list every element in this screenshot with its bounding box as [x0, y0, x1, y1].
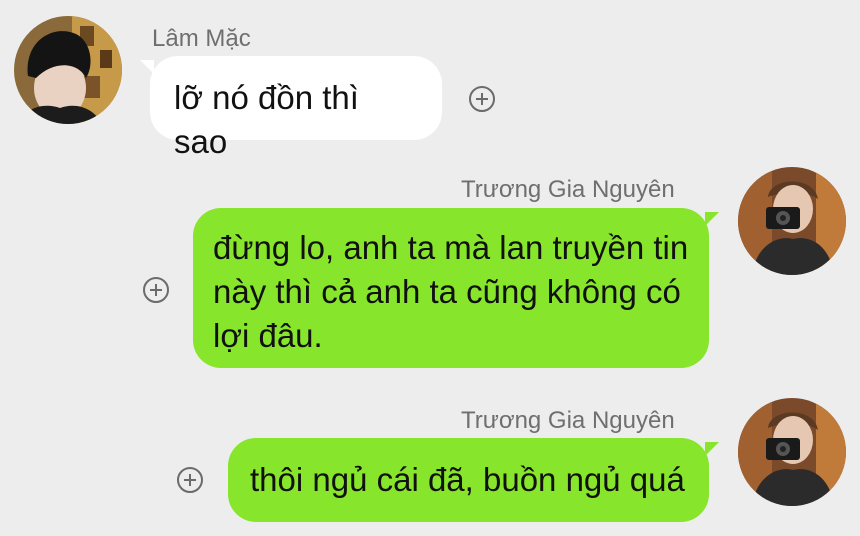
message-bubble[interactable]: lỡ nó đồn thì sao [140, 56, 442, 160]
avatar-lam-mac[interactable] [14, 16, 122, 124]
sender-name: Lâm Mặc [152, 25, 251, 52]
bubble-tail [140, 60, 154, 74]
message-bubble[interactable]: thôi ngủ cái đã, buồn ngủ quá [228, 438, 719, 522]
avatar-truong-gia-nguyen[interactable] [738, 398, 846, 506]
sender-name: Trương Gia Nguyên [461, 407, 675, 434]
sender-name: Trương Gia Nguyên [461, 176, 675, 203]
add-reaction-button[interactable] [143, 277, 169, 303]
message-text: thôi ngủ cái đã, buồn ngủ quá [250, 461, 685, 498]
avatar-truong-gia-nguyen[interactable] [738, 167, 846, 275]
add-reaction-button[interactable] [177, 467, 203, 493]
message-text: đừng lo, anh ta mà lan truyền tin này th… [213, 229, 689, 354]
bubble-tail [705, 212, 719, 226]
message-bubble[interactable]: đừng lo, anh ta mà lan truyền tin này th… [193, 208, 719, 368]
add-reaction-button[interactable] [469, 86, 495, 112]
message-text: lỡ nó đồn thì sao [174, 79, 359, 160]
bubble-tail [705, 442, 719, 456]
